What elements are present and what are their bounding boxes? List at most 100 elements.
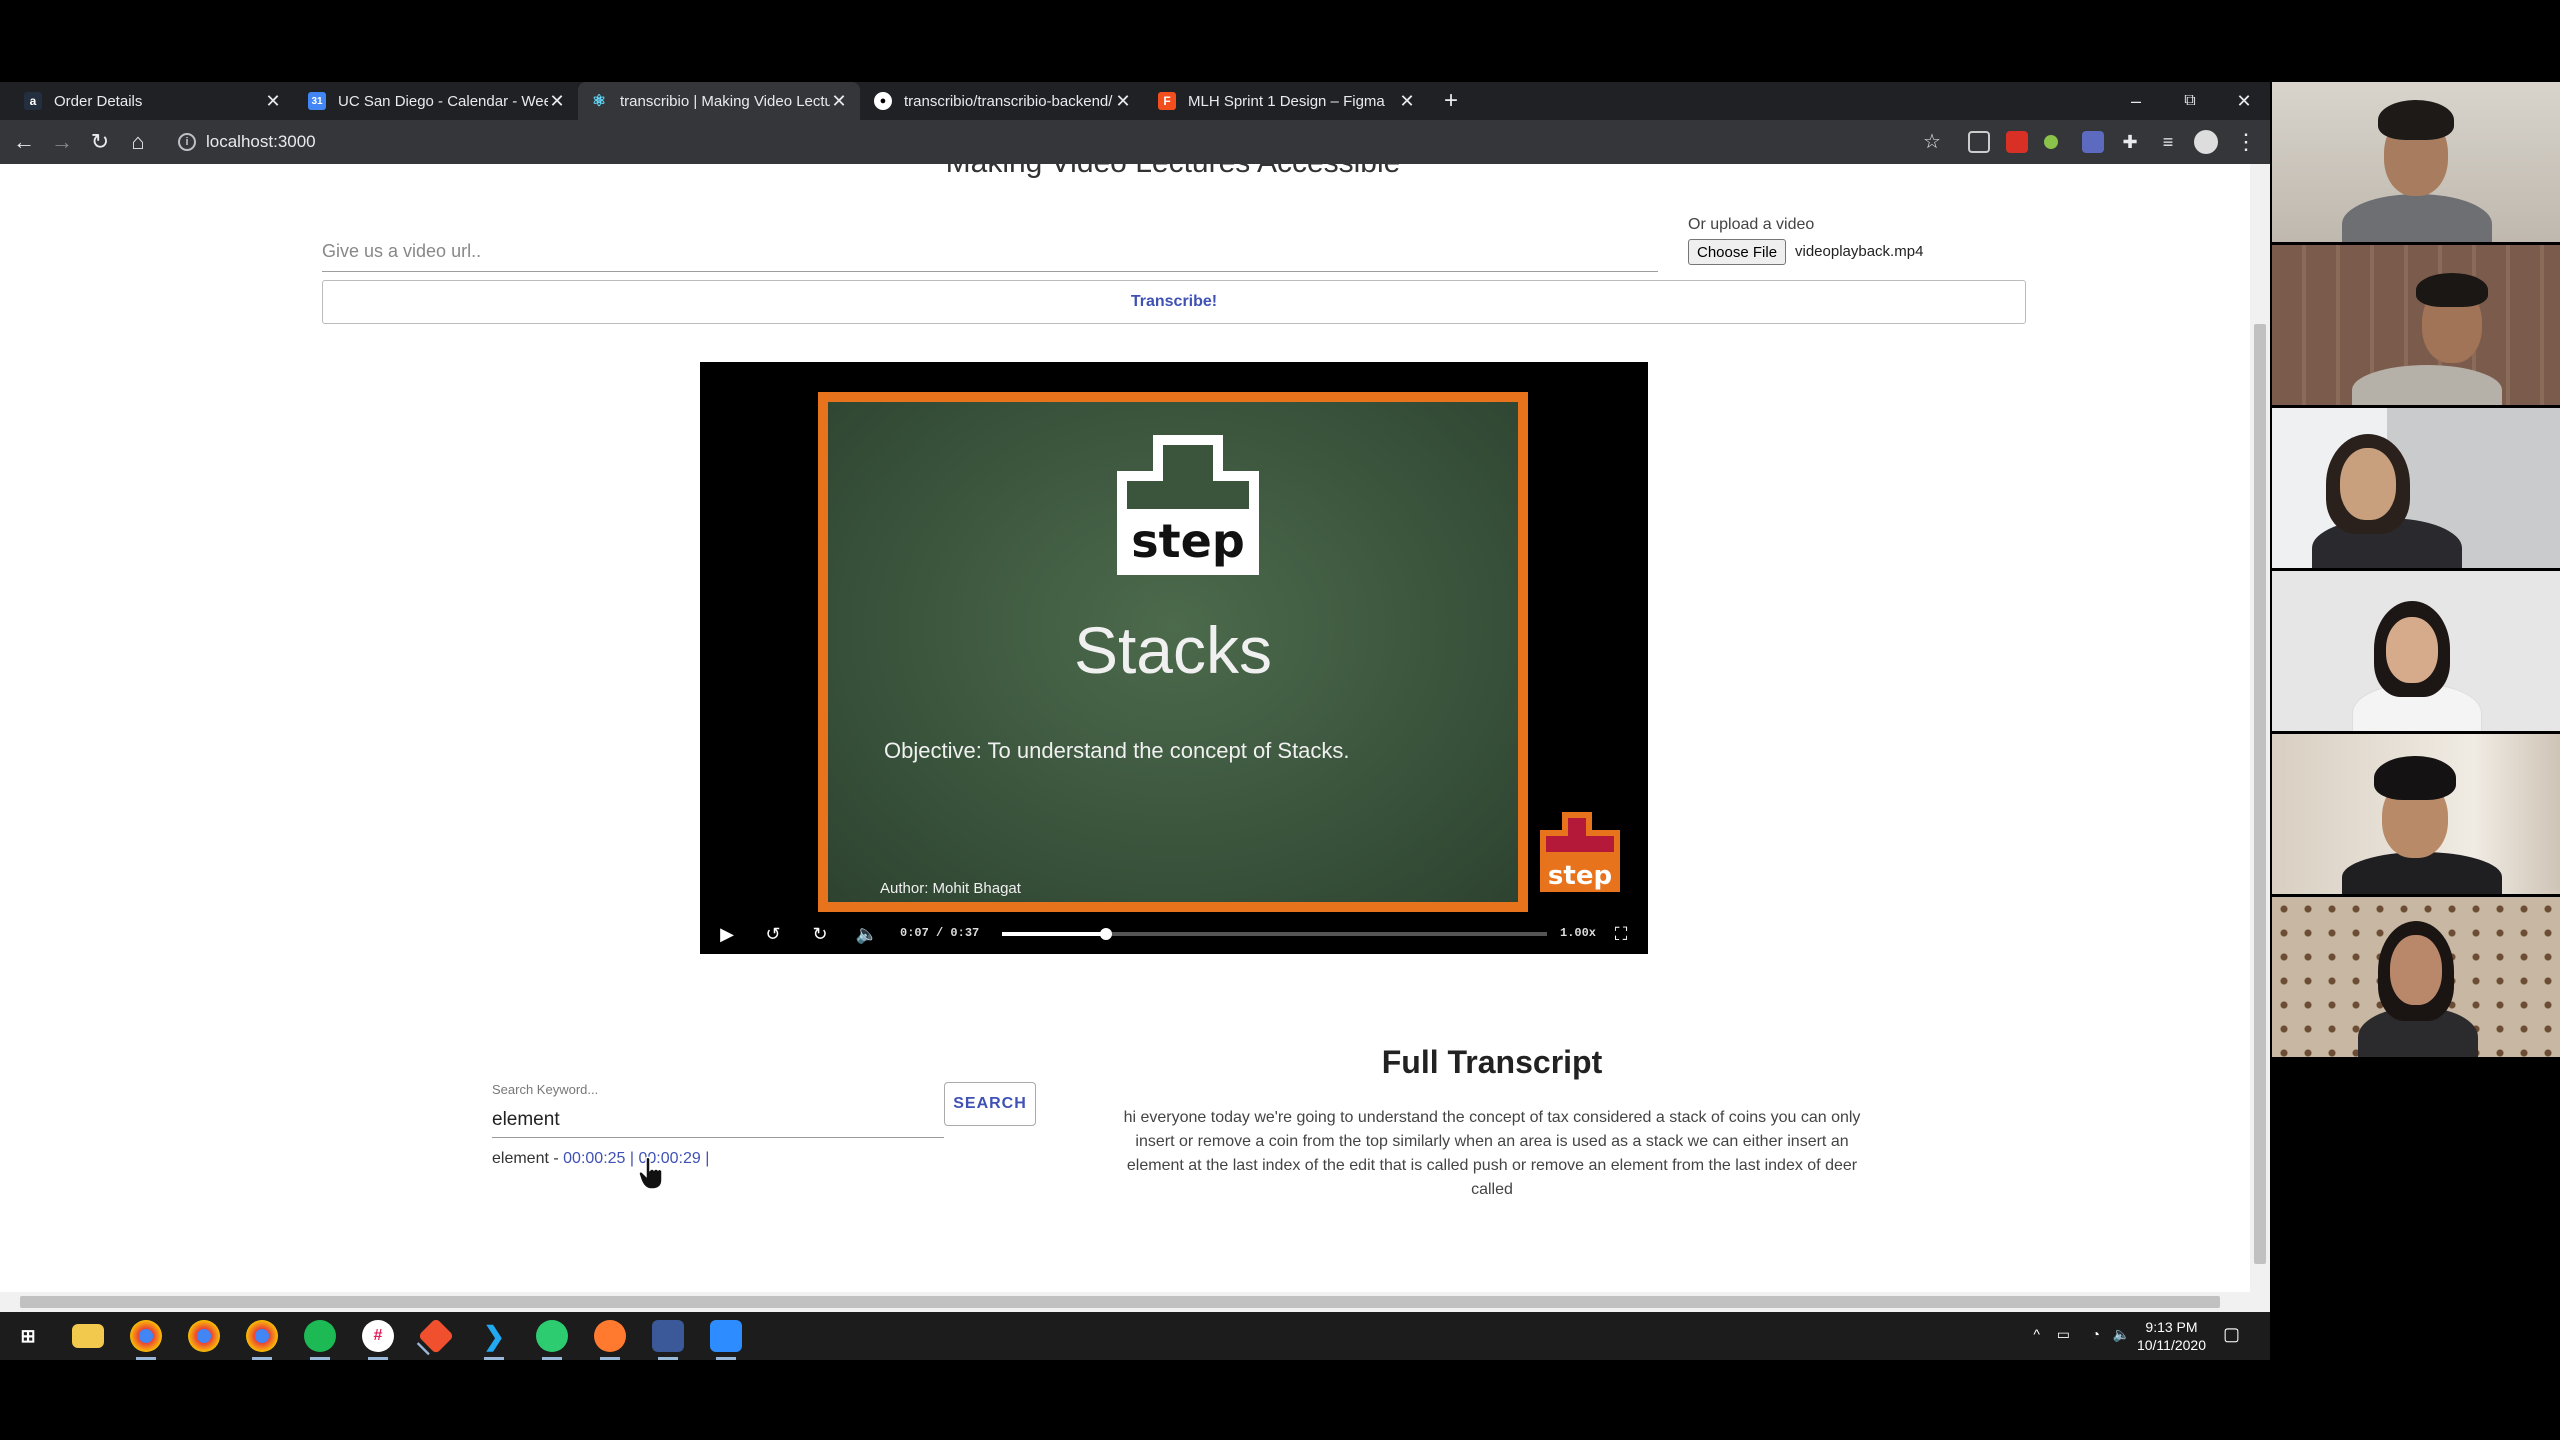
slide-objective: Objective: To understand the concept of … <box>884 738 1350 763</box>
minimize-button[interactable]: – <box>2108 82 2164 120</box>
tab-calendar[interactable]: 31 UC San Diego - Calendar - Week ✕ <box>296 82 578 120</box>
participant-video[interactable] <box>2272 408 2560 570</box>
transcribe-button[interactable]: Transcribe! <box>322 280 2026 324</box>
extensions-puzzle-icon[interactable]: ✚ <box>2114 126 2146 158</box>
scroll-thumb[interactable] <box>2254 324 2266 1264</box>
calendar-icon: 31 <box>308 92 326 110</box>
video-player[interactable]: step Stacks Objective: To understand the… <box>700 362 1648 954</box>
web-page: Making Video Lectures Accessible Or uplo… <box>0 164 2250 1292</box>
reload-button[interactable]: ↻ <box>84 126 116 158</box>
seek-bar-handle[interactable] <box>1099 928 1112 940</box>
search-button[interactable]: SEARCH <box>944 1082 1036 1126</box>
address-bar[interactable]: i localhost:3000 <box>170 124 1930 160</box>
notification-icon[interactable]: ▢ <box>2223 1324 2240 1345</box>
clock[interactable]: 9:13 PM 10/11/2020 <box>2137 1318 2206 1354</box>
tab-github[interactable]: ● transcribio/transcribio-backend/ ✕ <box>862 82 1144 120</box>
timestamp-link[interactable]: 00:00:25 | <box>563 1150 634 1167</box>
menu-kebab-icon[interactable]: ⋮ <box>2230 126 2262 158</box>
participant-video[interactable] <box>2272 571 2560 733</box>
vscode-icon[interactable]: ❯ <box>478 1320 510 1360</box>
video-controls: ▶ ↺ ↻ 🔈 0:07 / 0:37 1.00x ⛶ <box>700 914 1648 954</box>
github-icon: ● <box>874 92 892 110</box>
corner-logo-text: step <box>1548 861 1612 891</box>
vertical-scrollbar[interactable] <box>2250 164 2270 1292</box>
file-explorer-icon[interactable] <box>72 1324 104 1348</box>
slide-author: Author: Mohit Bhagat <box>880 880 1021 897</box>
react-icon: ⚛ <box>591 93 607 110</box>
back-button[interactable]: ← <box>8 126 40 158</box>
bookmark-star-icon[interactable]: ☆ <box>1916 126 1948 158</box>
chalkboard-slide: step Stacks Objective: To understand the… <box>828 402 1518 902</box>
chrome-icon[interactable] <box>188 1320 220 1352</box>
tray-chevron-icon[interactable]: ^ <box>2033 1326 2040 1342</box>
chrome-icon[interactable] <box>130 1320 162 1360</box>
time-separator: / <box>936 926 944 940</box>
participant-video[interactable] <box>2272 897 2560 1059</box>
close-tab-icon[interactable]: ✕ <box>548 91 566 112</box>
tab-title: UC San Diego - Calendar - Week <box>338 92 548 110</box>
info-icon[interactable]: i <box>178 133 196 151</box>
time-display: 0:07 / 0:37 <box>900 926 979 940</box>
step-corner-logo-icon: step <box>1540 812 1620 892</box>
horizontal-scrollbar[interactable] <box>0 1292 2270 1312</box>
app-green-icon[interactable] <box>536 1320 568 1360</box>
screen: a Order Details ✕ 31 UC San Diego - Cale… <box>0 0 2560 1440</box>
extension-badge-icon[interactable] <box>2006 131 2028 153</box>
tab-title: MLH Sprint 1 Design – Figma <box>1188 92 1385 110</box>
tab-transcribio[interactable]: ⚛ transcribio | Making Video Lectur ✕ <box>578 82 860 120</box>
battery-icon[interactable]: ▭ <box>2057 1326 2070 1343</box>
duration: 0:37 <box>950 926 980 940</box>
tab-figma[interactable]: F MLH Sprint 1 Design – Figma ✕ <box>1146 82 1428 120</box>
rewind-icon[interactable]: ↺ <box>760 922 786 946</box>
extension-green-icon[interactable] <box>2044 135 2058 149</box>
wifi-icon[interactable]: ◔ <box>2092 1326 2100 1342</box>
participant-face <box>2340 448 2396 520</box>
forward-icon[interactable]: ↻ <box>807 922 833 946</box>
participant-video[interactable] <box>2272 245 2560 407</box>
clock-time: 9:13 PM <box>2145 1319 2198 1335</box>
play-icon[interactable]: ▶ <box>714 922 740 946</box>
address-text: localhost:3000 <box>206 132 316 151</box>
spotify-icon[interactable] <box>304 1320 336 1360</box>
extension-pen-icon[interactable] <box>2082 131 2104 153</box>
forward-button[interactable]: → <box>46 126 78 158</box>
browser-toolbar: ← → ↻ ⌂ i localhost:3000 ☆ ✚ ≡ ⋮ <box>0 120 2270 164</box>
close-tab-icon[interactable]: ✕ <box>1114 91 1132 112</box>
slide-title: Stacks <box>1073 613 1273 687</box>
step-logo-text: step <box>1131 514 1245 568</box>
step-logo-icon: step <box>1117 435 1259 575</box>
tab-title: Order Details <box>54 92 143 110</box>
scroll-thumb[interactable] <box>20 1296 2220 1308</box>
volume-tray-icon[interactable]: 🔈 <box>2113 1326 2130 1343</box>
postman-icon[interactable] <box>594 1320 626 1360</box>
chrome-icon[interactable] <box>246 1320 278 1360</box>
close-tab-icon[interactable]: ✕ <box>830 91 848 112</box>
participant-video[interactable] <box>2272 734 2560 896</box>
tab-order-details[interactable]: a Order Details ✕ <box>12 82 294 120</box>
extension-notion-icon[interactable] <box>1968 131 1990 153</box>
participant-hair <box>2378 100 2454 140</box>
fullscreen-icon[interactable]: ⛶ <box>1608 922 1634 946</box>
new-tab-button[interactable]: + <box>1438 82 1464 120</box>
close-window-button[interactable]: ✕ <box>2216 82 2272 120</box>
participant-video[interactable] <box>2272 82 2560 244</box>
windows-taskbar: ⊞ # ❯ ^ ▭ ◔ 🔈 ▢ 9:13 PM 10/11/2020 <box>0 1312 2270 1360</box>
restore-button[interactable]: ⧉ <box>2162 82 2218 120</box>
slack-icon[interactable]: # <box>362 1320 394 1360</box>
close-tab-icon[interactable]: ✕ <box>1398 91 1416 112</box>
volume-icon[interactable]: 🔈 <box>854 922 880 946</box>
discord-icon[interactable] <box>652 1320 684 1360</box>
home-icon[interactable]: ⌂ <box>122 126 154 158</box>
choose-file-button[interactable]: Choose File <box>1688 239 1787 265</box>
keyword-input[interactable] <box>492 1102 944 1138</box>
zoom-icon[interactable] <box>710 1320 742 1360</box>
seek-bar[interactable] <box>1002 928 1547 940</box>
media-control-icon[interactable]: ≡ <box>2152 126 2184 158</box>
video-url-input[interactable] <box>322 232 1658 272</box>
close-tab-icon[interactable]: ✕ <box>264 91 282 112</box>
profile-avatar[interactable] <box>2194 130 2218 154</box>
playback-speed[interactable]: 1.00x <box>1560 926 1596 940</box>
participant-hair <box>2416 273 2488 307</box>
git-icon[interactable] <box>417 1317 455 1355</box>
windows-start-icon[interactable]: ⊞ <box>12 1320 44 1352</box>
